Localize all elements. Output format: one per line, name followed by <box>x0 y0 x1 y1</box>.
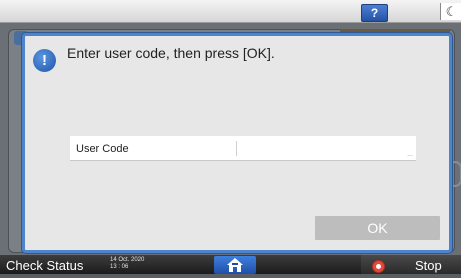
top-bar: ? ☾ <box>0 0 461 23</box>
stop-icon <box>372 260 385 273</box>
user-code-label: User Code <box>76 143 129 155</box>
time-text: 13 : 06 <box>110 264 129 270</box>
help-button[interactable]: ? <box>361 4 388 22</box>
date-text: 14 Oct. 2020 <box>110 257 145 263</box>
check-status-button[interactable]: Check Status <box>6 255 83 274</box>
user-code-dialog: ! Enter user code, then press [OK]. User… <box>22 33 452 253</box>
info-icon: ! <box>33 49 56 72</box>
bottom-bar: Check Status 14 Oct. 2020 13 : 06 Stop <box>0 255 461 274</box>
dialog-message: Enter user code, then press [OK]. <box>67 45 275 61</box>
ok-button[interactable]: OK <box>315 216 440 240</box>
stop-button[interactable]: Stop <box>361 255 461 274</box>
energy-saver-button[interactable]: ☾ <box>440 3 461 20</box>
ellipsis-icon: ... <box>407 151 413 158</box>
user-code-field[interactable]: User Code ... <box>70 136 416 161</box>
moon-icon: ☾ <box>445 4 458 19</box>
home-icon <box>227 258 243 272</box>
home-button[interactable] <box>214 256 256 274</box>
field-divider <box>236 141 237 156</box>
date-time: 14 Oct. 2020 13 : 06 <box>110 257 144 271</box>
user-code-input[interactable] <box>242 136 406 160</box>
